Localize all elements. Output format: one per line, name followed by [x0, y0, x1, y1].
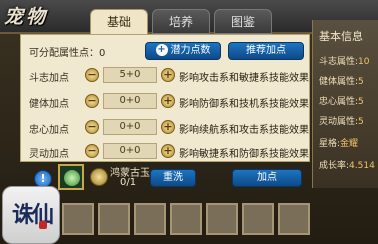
inventory-slot[interactable]: [98, 203, 130, 235]
window-title: 宠物: [4, 6, 49, 28]
item-count: 0/1: [120, 177, 137, 188]
info-line: 成长率:4.514: [319, 158, 375, 171]
info-value: 4.514: [349, 161, 375, 171]
tab-atlas[interactable]: 图鉴: [214, 9, 272, 34]
coin-icon: [90, 168, 108, 186]
info-value: 5: [358, 97, 364, 107]
inventory-slot[interactable]: [242, 203, 274, 235]
stat-name: 健体加点: [29, 99, 69, 110]
plus-button[interactable]: +: [161, 68, 175, 82]
inventory-slot[interactable]: [206, 203, 238, 235]
stat-effect: 影响攻击系和敏捷系技能效果: [179, 73, 309, 84]
tab-train[interactable]: 培养: [152, 9, 210, 34]
inventory-slot[interactable]: [170, 203, 202, 235]
stat-value: 5+0: [103, 67, 157, 83]
info-label: 星格:: [319, 139, 341, 149]
info-label: 成长率:: [319, 161, 350, 171]
pet-window: 宠物 基础 培养 图鉴 可分配属性点：0 + 潜力点数 推荐加点 斗志加点 − 5…: [0, 0, 378, 244]
info-label: 斗志属性:: [319, 57, 359, 67]
stat-value: 0+0: [103, 143, 157, 159]
add-points-button[interactable]: 加点: [232, 169, 302, 187]
basic-info-panel: 基本信息 斗志属性:10 健体属性:5 忠心属性:5 灵动属性:5 星格:金耀 …: [312, 20, 378, 188]
free-points-value: 0: [99, 48, 106, 59]
info-value: 5: [358, 77, 364, 87]
info-line: 灵动属性:5: [319, 114, 364, 127]
stat-row-agility: 灵动加点 − 0+0 + 影响敏捷系和防御系技能效果: [21, 141, 311, 161]
jade-icon: [64, 170, 80, 186]
info-line: 忠心属性:5: [319, 94, 364, 107]
potential-points-button[interactable]: + 潜力点数: [145, 42, 221, 60]
inventory-slot[interactable]: [134, 203, 166, 235]
free-points-text: 可分配属性点：: [29, 48, 99, 59]
minus-button[interactable]: −: [85, 68, 99, 82]
minus-button[interactable]: −: [85, 94, 99, 108]
stat-effect: 影响敏捷系和防御系技能效果: [179, 149, 309, 160]
stat-row-constitution: 健体加点 − 0+0 + 影响防御系和技机系技能效果: [21, 91, 311, 111]
info-line: 健体属性:5: [319, 74, 364, 87]
minus-button[interactable]: −: [85, 120, 99, 134]
info-label: 灵动属性:: [319, 117, 359, 127]
jade-item-slot[interactable]: [58, 164, 84, 190]
plus-button[interactable]: +: [161, 120, 175, 134]
stat-effect: 影响防御系和技机系技能效果: [179, 99, 309, 110]
plus-icon: +: [155, 44, 168, 56]
info-line: 星格:金耀: [319, 136, 358, 149]
logo-seal-icon: [39, 221, 47, 229]
info-label: 忠心属性:: [319, 97, 359, 107]
stat-name: 忠心加点: [29, 125, 69, 136]
stat-effect: 影响续航系和攻击系技能效果: [179, 125, 309, 136]
minus-button[interactable]: −: [85, 144, 99, 158]
stat-name: 灵动加点: [29, 149, 69, 160]
stat-value: 0+0: [103, 119, 157, 135]
plus-button[interactable]: +: [161, 144, 175, 158]
plus-button[interactable]: +: [161, 94, 175, 108]
info-line: 斗志属性:10: [319, 54, 370, 67]
info-value: 10: [358, 57, 370, 67]
free-points-label: 可分配属性点：0: [29, 44, 105, 59]
inventory-slot[interactable]: [278, 203, 310, 235]
tab-basic[interactable]: 基础: [90, 9, 148, 34]
game-logo: 诛仙: [2, 186, 60, 244]
recommend-points-button[interactable]: 推荐加点: [228, 42, 304, 60]
reset-button[interactable]: 重洗: [150, 169, 196, 187]
logo-text: 诛仙: [11, 202, 54, 228]
inventory-slot[interactable]: [62, 203, 94, 235]
info-value: 5: [358, 117, 364, 127]
stat-name: 斗志加点: [29, 73, 69, 84]
stat-value: 0+0: [103, 93, 157, 109]
attribute-panel: 可分配属性点：0 + 潜力点数 推荐加点 斗志加点 − 5+0 + 影响攻击系和敏…: [20, 34, 310, 162]
info-label: 健体属性:: [319, 77, 359, 87]
stat-row-loyalty: 忠心加点 − 0+0 + 影响续航系和攻击系技能效果: [21, 117, 311, 137]
potential-points-label: 潜力点数: [170, 45, 211, 56]
info-title: 基本信息: [319, 30, 363, 43]
stat-row-strength: 斗志加点 − 5+0 + 影响攻击系和敏捷系技能效果: [21, 65, 311, 85]
info-value: 金耀: [340, 139, 359, 149]
